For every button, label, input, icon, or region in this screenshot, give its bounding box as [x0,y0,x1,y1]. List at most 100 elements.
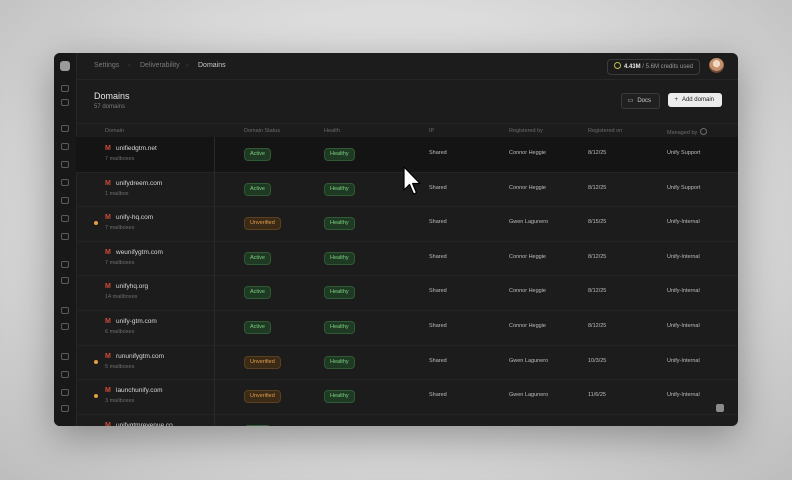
collapse-icon[interactable] [61,85,69,92]
table-row[interactable]: Munify-hq.com 7 mailboxes Unverified Health… [76,206,738,242]
column-header-health[interactable]: Health [324,128,340,134]
status-badge: Active [244,148,271,161]
gmail-icon: M [105,387,111,395]
status-badge: Unverified [244,355,281,369]
managed-by-cell: Unify Support [667,150,701,156]
registered-by-cell: Gwen Lagunero [509,392,549,399]
registered-on-cell: 10/3/25 [588,357,607,364]
health-badge: Healthy [324,182,355,196]
mailbox-count: 7 mailboxes [105,225,135,232]
status-badge: Active [244,286,271,300]
registered-by-cell: Connor Heggie [509,253,546,260]
table-row[interactable]: Mrununifygtm.com 5 mailboxes Unverified Hea… [76,345,738,381]
docs-button[interactable]: ▭ Docs [620,93,660,109]
building-icon[interactable] [61,277,69,284]
gmail-icon: M [105,248,111,256]
ip-cell: Shared [429,288,447,295]
ip-cell: Shared [429,392,447,399]
gmail-icon: M [105,283,111,291]
gmail-icon: M [105,179,111,187]
top-bar: Settings › Deliverability › Domains 4.43… [76,53,738,80]
eye-icon[interactable] [61,371,69,378]
managed-by-cell: Unify-Internal [667,357,700,364]
users-icon[interactable] [61,323,69,330]
gmail-icon: M [105,352,111,360]
grid-icon[interactable] [61,197,69,204]
book-icon: ▭ [627,98,634,104]
plus-icon: + [674,97,678,103]
column-header-managed-by[interactable]: Managed by [667,128,708,136]
registered-on-cell: 8/12/25 [588,150,607,156]
page-title: Domains [94,91,130,101]
registered-on-cell: 8/12/25 [588,184,607,191]
ip-cell: Shared [429,357,447,364]
chat-icon[interactable] [61,405,69,412]
ip-cell: Shared [429,150,447,156]
table-row[interactable]: Munify-gtm.com 6 mailboxes Active Healthy Sh… [76,310,738,346]
info-icon[interactable] [700,128,708,135]
domain-name[interactable]: unifydreem.com [116,180,162,187]
domain-name[interactable]: unify-hq.com [116,214,153,221]
managed-by-cell: Unify Support [667,184,701,191]
domain-name[interactable]: unifygtmrevenue.co [116,422,173,426]
ip-cell: Shared [429,219,447,226]
managed-by-cell: Unify-Internal [667,219,700,226]
mailbox-count: 7 mailboxes [105,259,135,266]
registered-on-cell: 8/15/25 [588,219,607,226]
docs-label: Docs [637,98,651,104]
column-header-registered-by[interactable]: Registered by [509,128,543,134]
registered-by-cell: Gwen Lagunero [509,219,549,226]
avatar[interactable] [709,58,724,73]
registered-on-cell: 11/6/25 [588,392,606,399]
domain-name[interactable]: weunifygtm.com [116,249,163,256]
mailbox-count: 1 mailbox [105,190,129,197]
table-row[interactable]: Mlaunchunify.com 3 mailboxes Unverified Hea… [76,379,738,415]
help-icon[interactable] [716,404,724,412]
app-logo-icon[interactable] [60,61,70,71]
unverified-dot-icon [94,394,98,399]
breadcrumb-settings[interactable]: Settings [94,62,119,69]
add-domain-label: Add domain [681,97,714,103]
database-icon[interactable] [61,353,69,360]
domain-name[interactable]: launchunify.com [116,387,163,394]
inbox-icon[interactable] [61,143,69,150]
column-header-status[interactable]: Domain Status [244,128,280,134]
column-header-ip[interactable]: IP [429,128,434,134]
table-row[interactable]: Mweunifygtm.com 7 mailboxes Active Healthy S… [76,241,738,277]
clock-icon[interactable] [61,179,69,186]
book-icon[interactable] [61,389,69,396]
add-domain-button[interactable]: + Add domain [668,93,722,107]
sparkle-icon[interactable] [61,233,69,240]
chevron-down-icon[interactable] [61,99,69,106]
domain-name[interactable]: rununifygtm.com [116,353,164,360]
credits-total: / 5.6M credits used [642,64,693,70]
registered-by-cell: Connor Heggie [509,184,546,191]
status-badge: Active [244,424,271,426]
column-header-domain[interactable]: Domain [105,128,124,134]
breadcrumb-deliverability[interactable]: Deliverability [140,62,180,69]
gmail-icon: M [105,318,111,325]
send-icon[interactable] [61,215,69,222]
credits-ring-icon [613,62,621,69]
registered-by-cell: Gwen Lagunero [509,357,549,364]
status-badge: Unverified [244,217,281,231]
pen-icon[interactable] [61,161,69,168]
table-row[interactable]: Munifygtmrevenue.co Active [76,414,738,426]
app-window: Settings › Deliverability › Domains 4.43… [54,53,738,426]
registered-on-cell: 8/12/25 [588,288,607,295]
credits-indicator[interactable]: 4.43M / 5.6M credits used [606,59,700,75]
ip-cell: Shared [429,184,447,191]
managed-by-cell: Unify-Internal [667,392,700,399]
domain-name[interactable]: unifiedgtm.net [116,145,157,152]
domain-name[interactable]: unify-gtm.com [116,318,157,325]
home-icon[interactable] [61,125,69,132]
status-badge: Unverified [244,390,281,404]
health-badge: Healthy [324,286,355,300]
shield-icon[interactable] [61,307,69,314]
breadcrumb-domains: Domains [198,62,226,69]
domain-name[interactable]: unifyhq.org [116,283,148,290]
ip-cell: Shared [429,323,447,329]
table-row[interactable]: Munifyhq.org 14 mailboxes Active Healthy Sha… [76,275,738,311]
list-icon[interactable] [61,261,69,268]
column-header-registered-on[interactable]: Registered on [588,128,622,134]
